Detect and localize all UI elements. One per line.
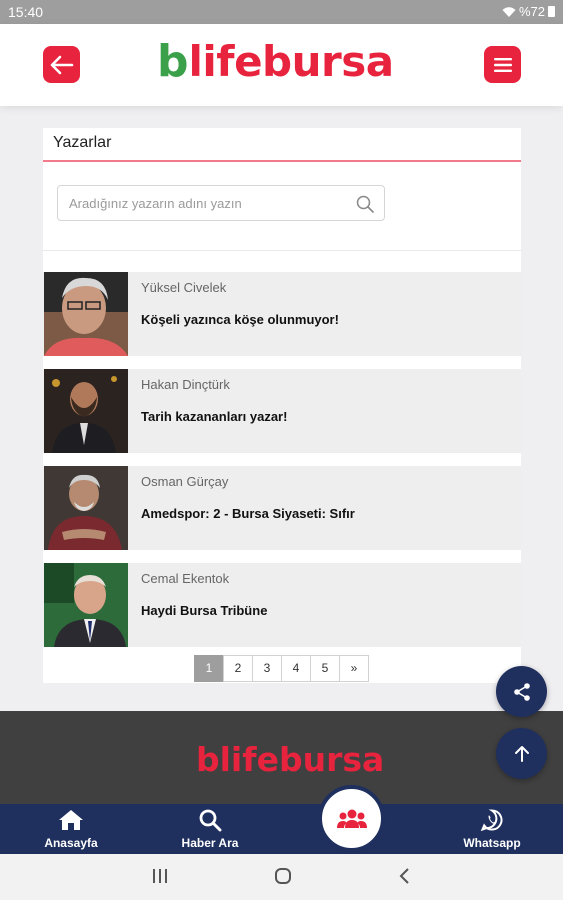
recents-icon[interactable]	[152, 867, 168, 885]
pagination: 1 2 3 4 5 »	[194, 655, 369, 682]
author-photo[interactable]	[44, 272, 128, 356]
battery-percent: %72	[518, 4, 545, 19]
whatsapp-icon	[480, 809, 503, 832]
author-row[interactable]: Osman Gürçay Amedspor: 2 - Bursa Siyaset…	[43, 466, 521, 550]
back-chevron-icon[interactable]	[398, 867, 412, 885]
hamburger-menu-icon	[493, 57, 512, 72]
nav-search[interactable]: Haber Ara	[170, 808, 250, 850]
page-4-button[interactable]: 4	[281, 655, 311, 682]
menu-button[interactable]	[484, 46, 521, 83]
nav-search-label: Haber Ara	[181, 836, 239, 850]
author-search-input[interactable]	[69, 186, 349, 220]
author-row[interactable]: Hakan Dinçtürk Tarih kazananları yazar!	[43, 369, 521, 453]
search-divider	[43, 250, 521, 251]
footer-logo-text: lifebursa	[219, 740, 385, 779]
article-title[interactable]: Haydi Bursa Tribüne	[141, 603, 267, 618]
footer-logo: b lifebursa	[196, 742, 384, 778]
arrow-left-icon	[50, 55, 73, 74]
author-row[interactable]: Yüksel Civelek Köşeli yazınca köşe olunm…	[43, 272, 521, 356]
footer: b lifebursa	[0, 711, 563, 804]
authors-center-button[interactable]	[318, 785, 385, 852]
author-photo[interactable]	[44, 563, 128, 647]
search-icon	[199, 809, 222, 832]
search-icon[interactable]	[356, 195, 374, 213]
article-title[interactable]: Tarih kazananları yazar!	[141, 409, 287, 424]
title-divider	[43, 160, 521, 162]
author-name: Cemal Ekentok	[141, 571, 230, 586]
nav-home[interactable]: Anasayfa	[31, 808, 111, 850]
page-title: Yazarlar	[53, 134, 112, 151]
logo-text: lifebursa	[188, 37, 395, 86]
arrow-up-icon	[514, 745, 529, 762]
back-button[interactable]	[43, 46, 80, 83]
next-page-button[interactable]: »	[339, 655, 369, 682]
author-photo[interactable]	[44, 466, 128, 550]
wifi-icon	[502, 6, 516, 17]
authors-card: Yazarlar Yüksel Civelek	[43, 128, 521, 683]
author-row[interactable]: Cemal Ekentok Haydi Bursa Tribüne	[43, 563, 521, 647]
author-name: Hakan Dinçtürk	[141, 377, 230, 392]
status-right: %72	[502, 4, 555, 19]
bottom-nav: Anasayfa Haber Ara Whatsapp	[0, 804, 563, 854]
footer-logo-b: b	[196, 740, 220, 779]
status-time: 15:40	[8, 4, 44, 20]
home-circle-icon[interactable]	[274, 867, 292, 885]
nav-whatsapp[interactable]: Whatsapp	[452, 808, 532, 850]
lifebursa-logo[interactable]: b lifebursa	[157, 40, 394, 84]
scroll-top-button[interactable]	[496, 728, 547, 779]
author-search-box	[57, 185, 385, 221]
home-icon	[59, 810, 83, 830]
share-icon	[513, 682, 530, 701]
author-photo[interactable]	[44, 369, 128, 453]
author-name: Yüksel Civelek	[141, 280, 227, 295]
author-list: Yüksel Civelek Köşeli yazınca köşe olunm…	[43, 272, 521, 660]
nav-home-label: Anasayfa	[44, 836, 98, 850]
author-name: Osman Gürçay	[141, 474, 229, 489]
app-header: b lifebursa	[0, 24, 563, 106]
nav-whatsapp-label: Whatsapp	[463, 836, 521, 850]
page-2-button[interactable]: 2	[223, 655, 253, 682]
status-bar: 15:40 %72	[0, 0, 563, 24]
users-group-icon	[336, 809, 367, 828]
battery-icon	[548, 6, 555, 17]
logo-b: b	[157, 36, 189, 87]
system-nav-bar	[0, 854, 563, 900]
page-3-button[interactable]: 3	[252, 655, 282, 682]
page-1-button[interactable]: 1	[194, 655, 224, 682]
article-title[interactable]: Amedspor: 2 - Bursa Siyaseti: Sıfır	[141, 506, 355, 521]
share-button[interactable]	[496, 666, 547, 717]
page-5-button[interactable]: 5	[310, 655, 340, 682]
article-title[interactable]: Köşeli yazınca köşe olunmuyor!	[141, 312, 339, 327]
